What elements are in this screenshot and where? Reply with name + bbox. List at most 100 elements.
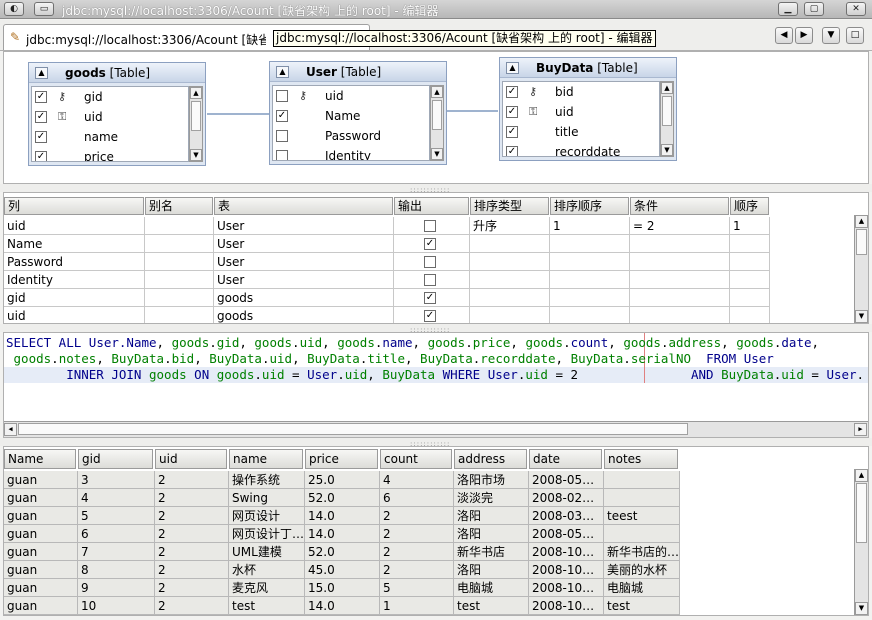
result-cell[interactable]: 25.0 — [305, 471, 380, 489]
criteria-cell-alias[interactable] — [145, 217, 214, 235]
criteria-cell-criteria[interactable] — [630, 289, 730, 307]
criteria-cell-sort_order[interactable] — [550, 289, 630, 307]
criteria-cell-output[interactable] — [394, 217, 470, 235]
criteria-header-5[interactable]: 排序顺序 — [550, 197, 629, 215]
criteria-cell-output[interactable]: ✓ — [394, 289, 470, 307]
result-cell[interactable]: 14.0 — [305, 597, 380, 615]
criteria-header-4[interactable]: 排序类型 — [470, 197, 549, 215]
criteria-cell-sort_type[interactable] — [470, 235, 550, 253]
field-list-scrollbar[interactable]: ▲ ▼ — [430, 85, 444, 161]
result-cell[interactable]: 麦克风 — [229, 579, 305, 597]
result-cell[interactable]: 电脑城 — [604, 579, 680, 597]
criteria-cell-sort_order[interactable] — [550, 235, 630, 253]
collapse-icon[interactable]: ▲ — [506, 62, 519, 74]
splitter-diagram-criteria[interactable]: :::::::::::: — [0, 184, 872, 194]
field-checkbox[interactable]: ✓ — [35, 111, 47, 123]
field-row[interactable]: ✓ name — [32, 127, 188, 147]
criteria-cell-alias[interactable] — [145, 253, 214, 271]
result-cell[interactable]: 2 — [155, 507, 229, 525]
criteria-header-2[interactable]: 表 — [214, 197, 393, 215]
result-cell[interactable]: 2008-10… — [529, 543, 604, 561]
criteria-cell-sort_order[interactable] — [550, 253, 630, 271]
scroll-thumb[interactable] — [18, 423, 688, 435]
tab-list-dropdown-button[interactable]: ▼ — [822, 27, 840, 44]
close-button[interactable]: ✕ — [846, 2, 866, 16]
result-cell[interactable]: 6 — [78, 525, 155, 543]
result-cell[interactable]: 2008-03… — [529, 507, 604, 525]
result-cell[interactable]: guan — [4, 597, 78, 615]
scroll-down-arrow[interactable]: ▼ — [431, 148, 443, 160]
result-cell[interactable]: test — [229, 597, 305, 615]
result-cell[interactable]: 水杯 — [229, 561, 305, 579]
scroll-up-arrow[interactable]: ▲ — [855, 215, 868, 228]
field-list[interactable]: ✓ ⚷ bid ✓ ⚿ uid ✓ title ✓ recorddate — [502, 81, 660, 157]
result-cell[interactable]: 2008-02… — [529, 489, 604, 507]
result-cell[interactable]: 网页设计 — [229, 507, 305, 525]
field-checkbox[interactable]: ✓ — [35, 91, 47, 103]
window-shade-button[interactable]: ▭ — [34, 2, 54, 16]
criteria-cell-alias[interactable] — [145, 289, 214, 307]
criteria-header-6[interactable]: 条件 — [630, 197, 729, 215]
scroll-left-arrow[interactable]: ◀ — [4, 423, 17, 436]
field-checkbox[interactable] — [276, 130, 288, 142]
result-cell[interactable]: 2 — [155, 471, 229, 489]
criteria-cell-sort_type[interactable]: 升序 — [470, 217, 550, 235]
criteria-cell-criteria[interactable] — [630, 253, 730, 271]
output-checkbox[interactable]: ✓ — [424, 310, 436, 322]
result-cell[interactable]: 洛阳 — [454, 507, 529, 525]
scroll-down-arrow[interactable]: ▼ — [661, 144, 673, 156]
result-cell[interactable]: 8 — [78, 561, 155, 579]
maximize-editor-button[interactable]: □ — [846, 27, 864, 44]
result-cell[interactable]: guan — [4, 525, 78, 543]
scroll-down-arrow[interactable]: ▼ — [190, 149, 202, 161]
query-diagram-pane[interactable]: ▲ goods [Table] ✓ ⚷ gid ✓ ⚿ uid ✓ name ✓ price ▲ ▼ ▲ Us… — [3, 51, 869, 184]
criteria-cell-alias[interactable] — [145, 235, 214, 253]
result-cell[interactable]: 网页设计丁… — [229, 525, 305, 543]
criteria-cell-sort_type[interactable] — [470, 253, 550, 271]
result-cell[interactable]: 2 — [380, 543, 454, 561]
collapse-icon[interactable]: ▲ — [276, 66, 289, 78]
result-cell[interactable]: 2008-05… — [529, 525, 604, 543]
result-cell[interactable]: teest — [604, 507, 680, 525]
criteria-cell-output[interactable] — [394, 253, 470, 271]
result-cell[interactable]: 洛阳 — [454, 525, 529, 543]
result-cell[interactable]: 1 — [380, 597, 454, 615]
field-row[interactable]: ✓ price — [32, 147, 188, 161]
criteria-cell-order[interactable] — [730, 253, 770, 271]
field-list-scrollbar[interactable]: ▲ ▼ — [189, 86, 203, 162]
criteria-cell-sort_order[interactable]: 1 — [550, 217, 630, 235]
result-cell[interactable]: 9 — [78, 579, 155, 597]
result-cell[interactable]: 2008-10… — [529, 561, 604, 579]
result-cell[interactable]: 2008-05… — [529, 471, 604, 489]
criteria-cell-table[interactable]: User — [214, 253, 394, 271]
criteria-cell-criteria[interactable] — [630, 307, 730, 323]
output-checkbox[interactable] — [424, 220, 436, 232]
table-box-goods[interactable]: ▲ goods [Table] ✓ ⚷ gid ✓ ⚿ uid ✓ name ✓ price ▲ ▼ — [28, 62, 206, 166]
criteria-cell-table[interactable]: User — [214, 217, 394, 235]
result-header-price[interactable]: price — [305, 449, 378, 469]
scroll-thumb[interactable] — [856, 229, 867, 255]
sql-editor[interactable]: SELECT ALL User.Name, goods.gid, goods.u… — [3, 332, 869, 438]
result-cell[interactable] — [604, 489, 680, 507]
result-cell[interactable]: 4 — [380, 471, 454, 489]
field-checkbox[interactable] — [276, 90, 288, 102]
scroll-down-arrow[interactable]: ▼ — [855, 310, 868, 323]
criteria-grid[interactable]: 列别名表输出 排序类型 排序顺序 条件 顺序 uid User 升序 1 = 2 1 Name Use… — [3, 192, 869, 324]
field-list-scrollbar[interactable]: ▲ ▼ — [660, 81, 674, 157]
criteria-header-0[interactable]: 列 — [4, 197, 144, 215]
field-checkbox[interactable]: ✓ — [506, 146, 518, 156]
field-row[interactable]: Password — [273, 126, 429, 146]
result-header-count[interactable]: count — [380, 449, 452, 469]
field-row[interactable]: ✓ ⚿ uid — [503, 102, 659, 122]
criteria-cell-column[interactable]: Identity — [4, 271, 145, 289]
result-cell[interactable]: 电脑城 — [454, 579, 529, 597]
table-box-buydata[interactable]: ▲ BuyData [Table] ✓ ⚷ bid ✓ ⚿ uid ✓ title ✓ recordd… — [499, 57, 677, 161]
result-cell[interactable]: 2008-10… — [529, 579, 604, 597]
criteria-scrollbar[interactable]: ▲ ▼ — [854, 215, 868, 323]
result-cell[interactable]: 新华书店 — [454, 543, 529, 561]
sql-horizontal-scrollbar[interactable]: ◀ ▶ — [4, 421, 868, 437]
minimize-button[interactable]: ▁ — [778, 2, 798, 16]
result-cell[interactable]: 52.0 — [305, 543, 380, 561]
criteria-cell-order[interactable] — [730, 235, 770, 253]
result-cell[interactable]: 2 — [155, 525, 229, 543]
